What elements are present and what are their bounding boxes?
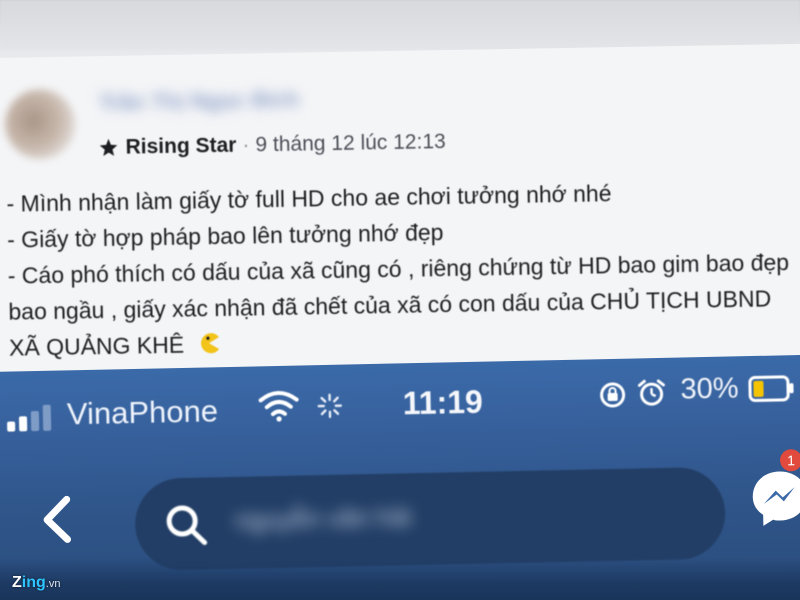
- battery-icon: [748, 375, 794, 402]
- messenger-icon[interactable]: [746, 465, 800, 532]
- photo-stage: Trần Thị Ngọc Bích Rising Star · 9 tháng…: [0, 0, 800, 600]
- alarm-clock-icon: [637, 379, 665, 406]
- watermark-brand-z: Z: [12, 574, 22, 591]
- rising-star-icon: [99, 138, 118, 157]
- watermark-tld: .vn: [45, 578, 61, 590]
- facebook-nav-row: nguyễn văn hải 1: [0, 437, 800, 574]
- search-input[interactable]: nguyễn văn hải: [134, 466, 727, 571]
- battery-percentage: 30%: [680, 372, 739, 406]
- bottom-shade: [0, 558, 800, 600]
- status-time: 11:19: [402, 383, 484, 422]
- meta-separator: ·: [242, 133, 250, 157]
- pacman-emoji-icon: [200, 333, 219, 354]
- search-query-text: nguyễn văn hải: [234, 501, 412, 535]
- facebook-post-card: Trần Thị Ngọc Bích Rising Star · 9 tháng…: [0, 43, 800, 388]
- messenger-notification-badge: 1: [779, 449, 800, 472]
- post-meta: Rising Star · 9 tháng 12 lúc 12:13: [97, 130, 446, 160]
- post-line-text: XÃ QUẢNG KHÊ: [8, 331, 185, 361]
- zing-watermark: Zing.vn: [12, 574, 60, 592]
- signal-strength-icon: [7, 404, 52, 432]
- wifi-icon: [258, 390, 299, 422]
- activity-spinner-icon: [317, 393, 342, 419]
- search-icon: [166, 505, 208, 546]
- back-chevron-icon[interactable]: [39, 494, 76, 545]
- rising-star-badge: Rising Star: [125, 133, 237, 159]
- blurred-top-frame: [0, 0, 800, 50]
- post-timestamp[interactable]: 9 tháng 12 lúc 12:13: [255, 130, 446, 157]
- carrier-name: VinaPhone: [66, 393, 219, 432]
- post-body: - Mình nhận làm giấy tờ full HD cho ae c…: [6, 171, 800, 365]
- author-name[interactable]: Trần Thị Ngọc Bích: [99, 86, 329, 118]
- watermark-brand-ing: ing: [21, 574, 46, 591]
- avatar[interactable]: [4, 88, 76, 160]
- orientation-lock-icon: [600, 382, 626, 408]
